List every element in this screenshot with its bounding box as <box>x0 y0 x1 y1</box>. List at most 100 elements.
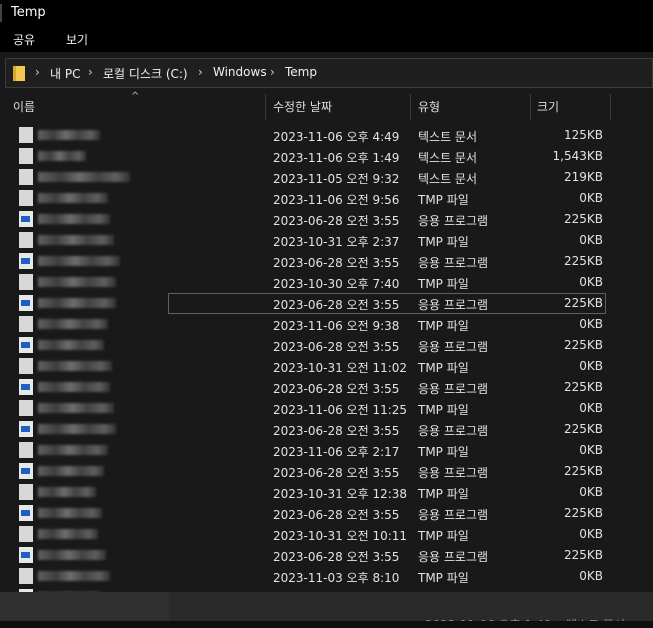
cell-type: TMP 파일 <box>418 193 469 207</box>
application-icon <box>19 547 33 563</box>
redacted-filename <box>38 319 108 329</box>
breadcrumb-this-pc[interactable]: 내 PC <box>50 65 80 82</box>
table-row[interactable]: 2023-11-06 오후 1:49 텍스트 문서 1,543KB <box>0 146 653 167</box>
cell-modified: 2023-06-28 오전 3:55 <box>273 466 400 480</box>
status-area: 2023-11-06 오후 1:49 텍스트 문서 <box>0 592 653 628</box>
column-divider[interactable] <box>610 94 611 120</box>
column-divider[interactable] <box>530 94 531 120</box>
redacted-filename <box>38 529 98 539</box>
window-title: Temp <box>11 5 46 20</box>
redacted-filename <box>38 298 116 308</box>
ribbon: 공유 보기 <box>0 26 653 52</box>
redacted-filename <box>38 235 114 245</box>
cell-type: TMP 파일 <box>418 277 469 291</box>
redacted-filename <box>38 277 116 287</box>
table-row[interactable]: 2023-06-28 오전 3:55 응용 프로그램 225KB <box>0 419 653 440</box>
cell-modified: 2023-06-28 오전 3:55 <box>273 214 400 228</box>
table-row[interactable]: 2023-11-06 오전 9:38 TMP 파일 0KB <box>0 314 653 335</box>
redacted-filename <box>38 151 86 161</box>
cell-modified: 2023-10-31 오후 12:38 <box>273 487 408 501</box>
column-header-size[interactable]: 크기 <box>537 98 559 115</box>
cell-modified: 2023-11-06 오후 1:49 <box>273 151 400 165</box>
cell-modified: 2023-11-06 오전 9:38 <box>273 319 400 333</box>
cell-size: 225KB <box>563 212 603 226</box>
folder-icon <box>13 66 25 81</box>
cell-modified: 2023-10-30 오후 7:40 <box>273 277 400 291</box>
ribbon-tab-share[interactable]: 공유 <box>13 31 35 48</box>
table-row[interactable]: 2023-06-28 오전 3:55 응용 프로그램 225KB <box>0 209 653 230</box>
cell-modified: 2023-11-06 오전 9:56 <box>273 193 400 207</box>
cell-modified: 2023-06-28 오전 3:55 <box>273 550 400 564</box>
breadcrumb-local-disk[interactable]: 로컬 디스크 (C:) <box>103 65 188 82</box>
table-row[interactable]: 2023-06-28 오전 3:55 응용 프로그램 225KB <box>0 293 653 314</box>
file-icon <box>19 316 33 332</box>
redacted-filename <box>38 508 102 518</box>
cell-type: 텍스트 문서 <box>418 130 478 144</box>
cell-size: 225KB <box>563 422 603 436</box>
breadcrumb-windows[interactable]: Windows <box>213 65 267 79</box>
application-icon <box>19 253 33 269</box>
cell-size: 0KB <box>579 569 603 583</box>
bottom-edge <box>0 621 653 628</box>
table-row[interactable]: 2023-10-31 오후 12:38 TMP 파일 0KB <box>0 482 653 503</box>
cell-size: 0KB <box>579 233 603 247</box>
cell-modified: 2023-06-28 오전 3:55 <box>273 298 400 312</box>
cell-modified: 2023-10-31 오전 11:02 <box>273 361 408 375</box>
column-header-name[interactable]: 이름 <box>13 98 35 115</box>
column-header-modified[interactable]: 수정한 날짜 <box>273 98 332 115</box>
table-row[interactable]: 2023-11-06 오후 2:17 TMP 파일 0KB <box>0 440 653 461</box>
table-row[interactable]: 2023-10-31 오전 11:02 TMP 파일 0KB <box>0 356 653 377</box>
table-row[interactable]: 2023-06-28 오전 3:55 응용 프로그램 225KB <box>0 545 653 566</box>
redacted-filename <box>38 445 108 455</box>
cell-type: 응용 프로그램 <box>418 424 489 438</box>
cell-type: 응용 프로그램 <box>418 256 489 270</box>
table-row[interactable]: 2023-06-28 오전 3:55 응용 프로그램 225KB <box>0 335 653 356</box>
table-row[interactable]: 2023-10-30 오후 7:40 TMP 파일 0KB <box>0 272 653 293</box>
table-row[interactable]: 2023-06-28 오전 3:55 응용 프로그램 225KB <box>0 461 653 482</box>
cell-size: 1,543KB <box>552 149 603 163</box>
table-row[interactable]: 2023-11-06 오전 9:56 TMP 파일 0KB <box>0 188 653 209</box>
column-divider[interactable] <box>265 94 266 120</box>
breadcrumb-separator: › <box>270 65 275 79</box>
cell-type: TMP 파일 <box>418 571 469 585</box>
table-row[interactable]: 2023-06-28 오전 3:55 응용 프로그램 225KB <box>0 377 653 398</box>
table-row[interactable]: 2023-11-05 오전 9:32 텍스트 문서 219KB <box>0 167 653 188</box>
table-row[interactable]: 2023-11-06 오전 11:25 TMP 파일 0KB <box>0 398 653 419</box>
cell-type: TMP 파일 <box>418 361 469 375</box>
table-row[interactable]: 2023-06-28 오전 3:55 응용 프로그램 225KB <box>0 251 653 272</box>
breadcrumb-temp[interactable]: Temp <box>285 65 317 79</box>
ribbon-tab-view[interactable]: 보기 <box>66 31 88 48</box>
file-icon <box>19 400 33 416</box>
table-row[interactable]: 2023-10-31 오후 2:37 TMP 파일 0KB <box>0 230 653 251</box>
cell-size: 225KB <box>563 548 603 562</box>
cell-type: TMP 파일 <box>418 319 469 333</box>
cell-size: 0KB <box>579 275 603 289</box>
cell-modified: 2023-11-06 오후 2:17 <box>273 445 400 459</box>
redacted-filename <box>38 256 120 266</box>
redacted-filename <box>38 424 116 434</box>
cell-size: 125KB <box>563 128 603 142</box>
application-icon <box>19 505 33 521</box>
cell-modified: 2023-06-28 오전 3:55 <box>273 340 400 354</box>
redacted-filename <box>38 382 110 392</box>
table-row[interactable]: 2023-10-31 오전 10:11 TMP 파일 0KB <box>0 524 653 545</box>
redacted-filename <box>38 172 130 182</box>
table-row[interactable]: 2023-11-03 오후 8:10 TMP 파일 0KB <box>0 566 653 587</box>
cell-type: 응용 프로그램 <box>418 214 489 228</box>
redacted-filename <box>38 130 100 140</box>
table-row[interactable]: 2023-11-06 오후 4:49 텍스트 문서 125KB <box>0 125 653 146</box>
cell-modified: 2023-10-31 오전 10:11 <box>273 529 408 543</box>
cell-modified: 2023-06-28 오전 3:55 <box>273 508 400 522</box>
window-edge <box>0 4 2 22</box>
table-row[interactable]: 2023-06-28 오전 3:55 응용 프로그램 225KB <box>0 503 653 524</box>
column-header-type[interactable]: 유형 <box>418 98 440 115</box>
redacted-filename <box>38 403 114 413</box>
application-icon <box>19 421 33 437</box>
text-file-icon <box>19 127 33 143</box>
redacted-filename <box>38 466 104 476</box>
column-divider[interactable] <box>410 94 411 120</box>
address-bar[interactable]: › 내 PC › 로컬 디스크 (C:) › Windows › Temp <box>5 58 653 88</box>
cell-modified: 2023-06-28 오전 3:55 <box>273 424 400 438</box>
cell-type: 텍스트 문서 <box>418 172 478 186</box>
cell-modified: 2023-11-05 오전 9:32 <box>273 172 400 186</box>
